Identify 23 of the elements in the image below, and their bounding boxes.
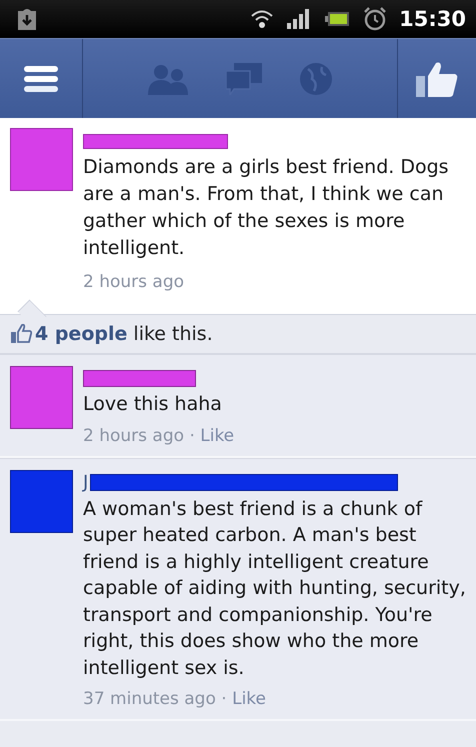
timestamp: 2 hours ago [83, 426, 184, 446]
thumbs-up-icon[interactable] [416, 60, 458, 96]
separator-dot: · [221, 689, 227, 709]
battery-icon [325, 11, 350, 27]
menu-icon[interactable] [24, 66, 58, 92]
likes-summary[interactable]: 4 people like this. [35, 323, 213, 345]
clock-time: 15:30 [399, 7, 466, 31]
comment-text: A woman's best friend is a chunk of super heated carbon. A man's best friend is a highly intelligent creature capable of aiding with hunting, security, transport and companionship. You're right, this does show who the more intelligent sex is. [83, 496, 467, 680]
author-initial[interactable]: J [83, 474, 88, 492]
timestamp: 37 minutes ago [83, 689, 216, 709]
avatar[interactable] [10, 128, 73, 191]
alarm-clock-icon [363, 7, 388, 31]
wifi-icon [251, 9, 274, 29]
signal-icon [287, 8, 312, 30]
chat-icon[interactable] [226, 62, 262, 94]
post-text: Diamonds are a girls best friend. Dogs are a man's. From that, I think we can gather which of the sexes is more intelligent. [83, 155, 450, 261]
friends-icon[interactable] [148, 62, 188, 94]
download-icon [16, 7, 38, 31]
globe-icon[interactable] [300, 62, 332, 94]
separator-dot: · [189, 426, 195, 446]
timestamp: 2 hours ago [83, 272, 186, 292]
thumbs-up-icon [10, 324, 32, 344]
comment-text: Love this haha [83, 392, 223, 417]
